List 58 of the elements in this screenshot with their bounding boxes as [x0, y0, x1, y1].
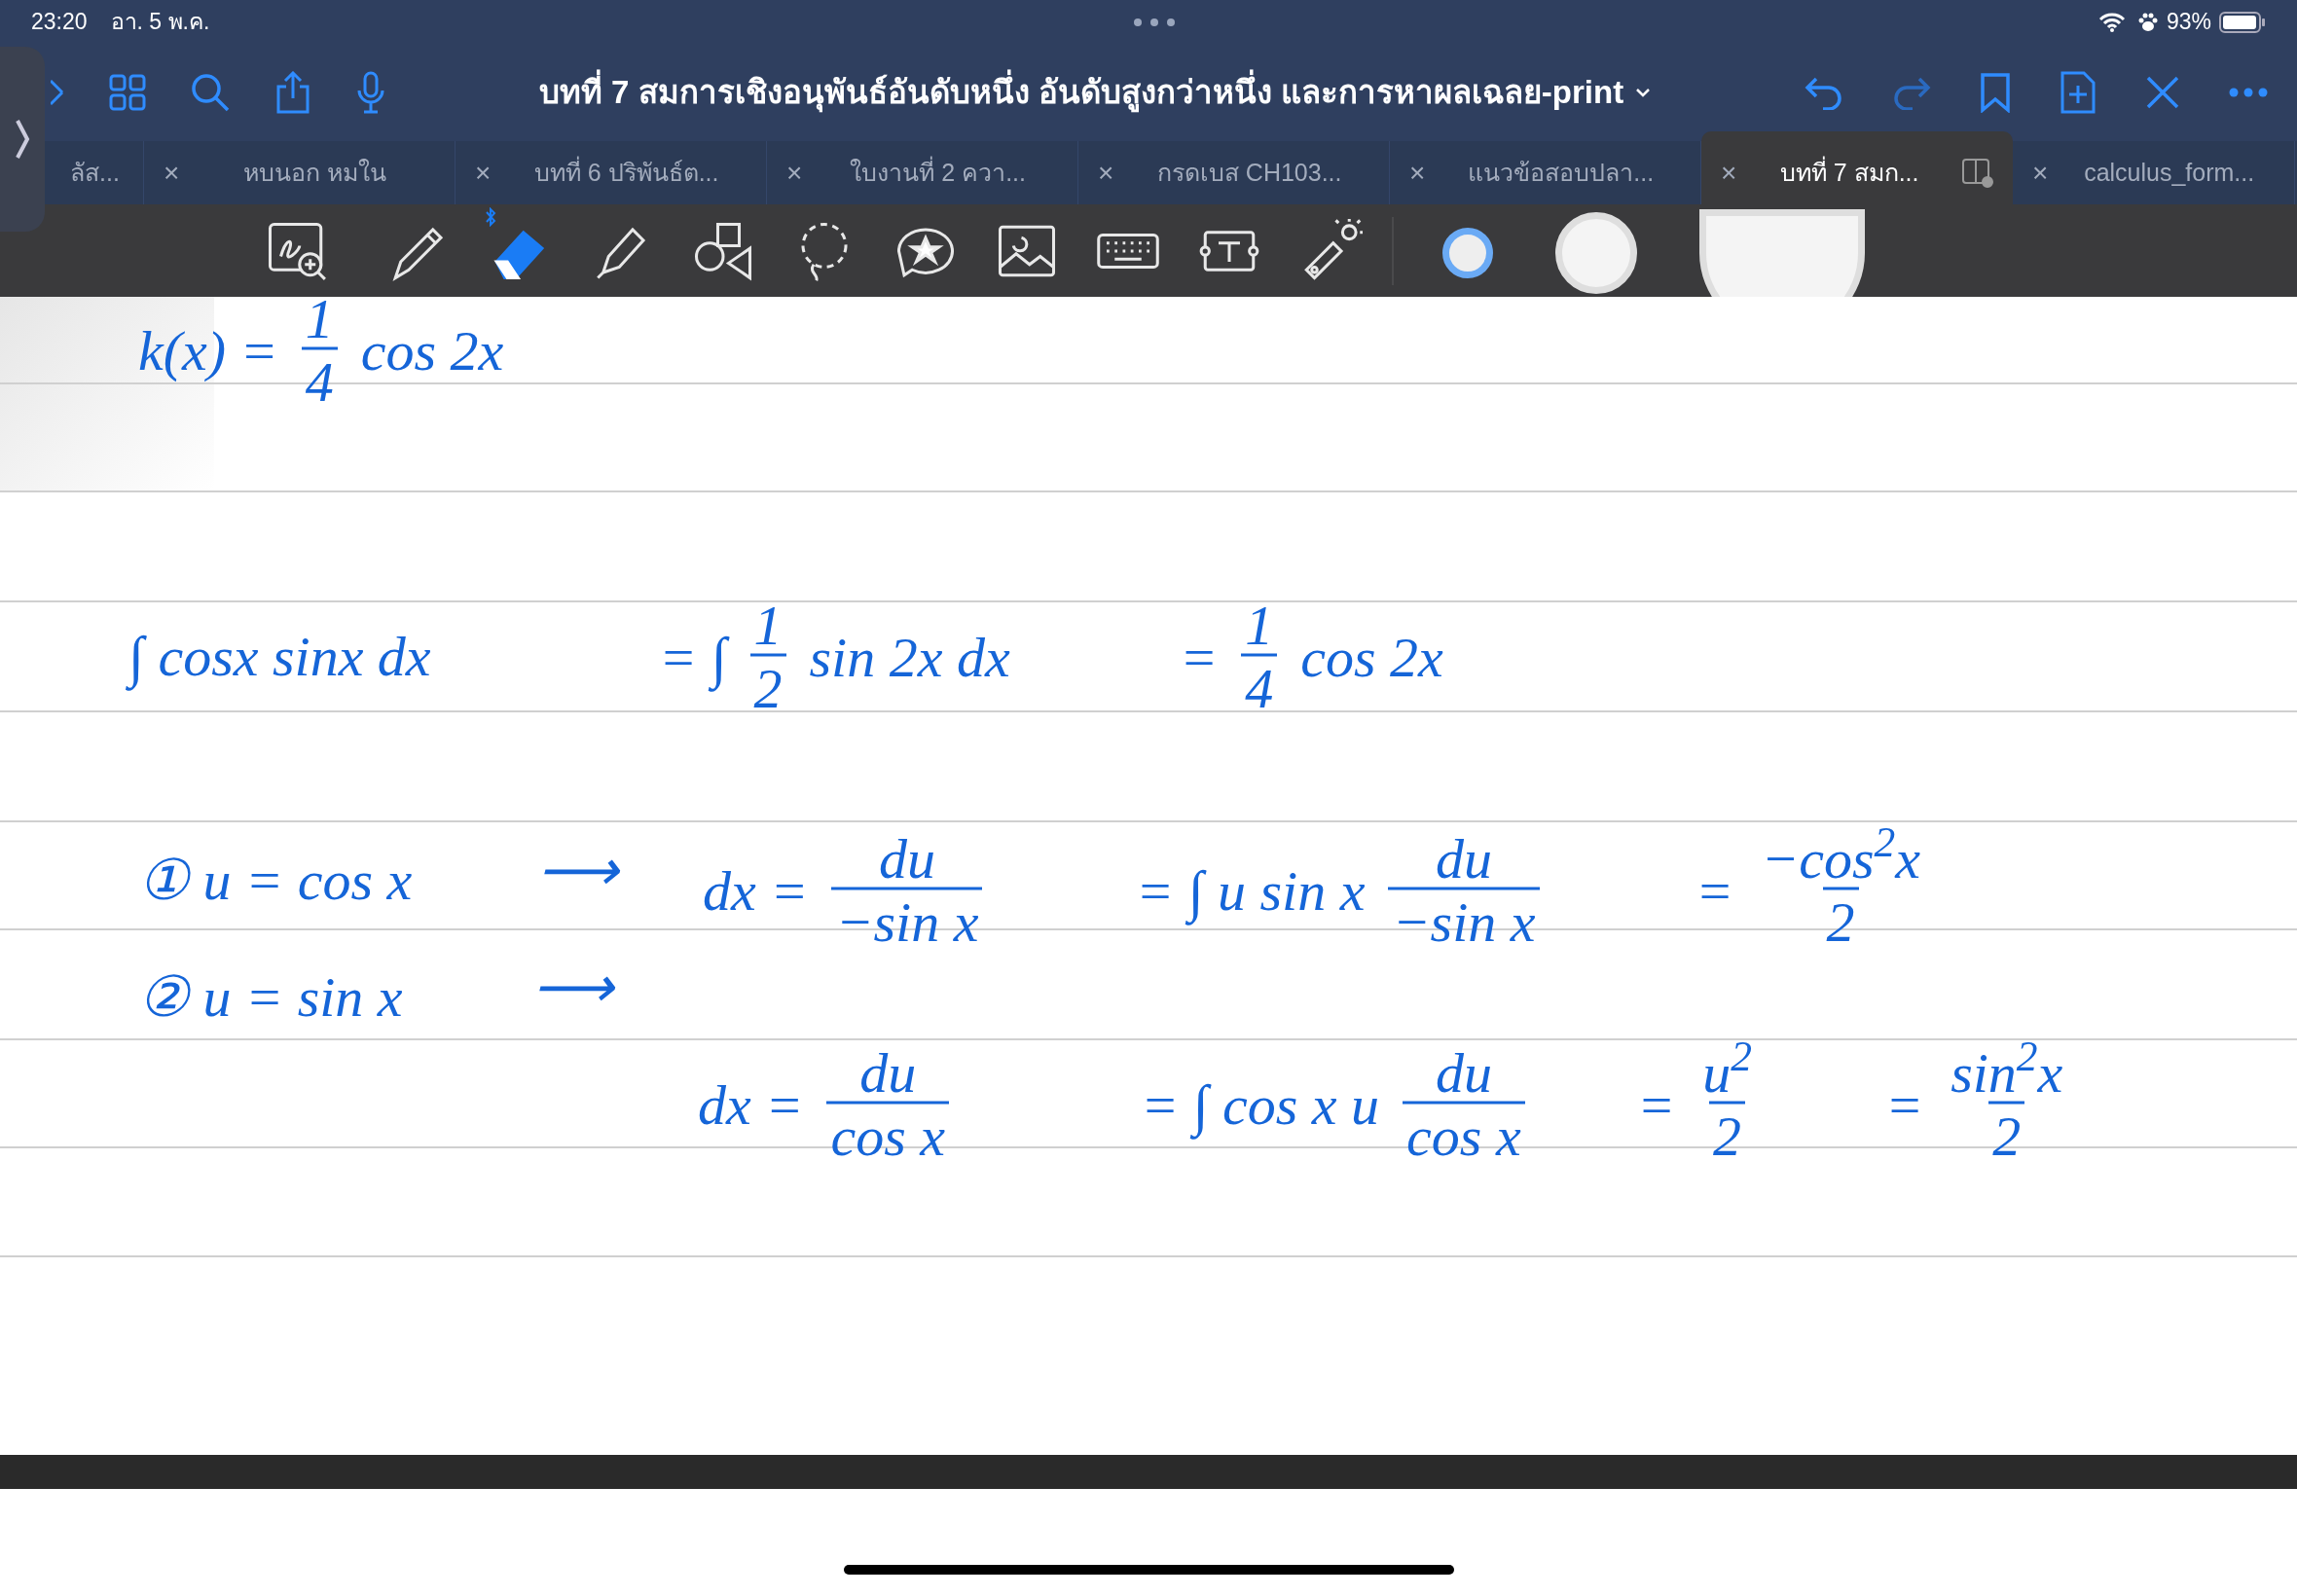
fraction-denominator: 2 [1709, 1101, 1745, 1165]
tab-close-button[interactable]: × [2032, 152, 2049, 194]
fraction-numerator: du [1434, 1044, 1493, 1102]
handwritten-math: = ∫ u sin x [1124, 842, 1377, 939]
handwritten-math: sin 2x dx [808, 624, 1011, 691]
status-date: อา. 5 พ.ค. [110, 8, 210, 37]
tab-close-button[interactable]: × [1409, 152, 1426, 194]
fraction-numerator: du [877, 830, 936, 888]
handwritten-math: cos 2x [1299, 624, 1444, 691]
fraction-numerator: du [1435, 830, 1493, 888]
fraction-denominator: cos x [826, 1101, 949, 1165]
tab-label[interactable]: กรดเบส CH103... [1129, 154, 1369, 192]
handwritten-math: = [1636, 1071, 1677, 1139]
fraction-denominator: 2 [749, 653, 786, 717]
fraction-numerator: 1 [304, 297, 335, 347]
fraction-denominator: −sin x [831, 887, 983, 951]
tab-label[interactable]: ลัส... [66, 154, 124, 192]
handwritten-math: dx = [702, 857, 810, 925]
handwritten-math: ② u = sin x [137, 964, 404, 1032]
tab-close-button[interactable]: × [475, 152, 492, 194]
fraction-denominator: 2 [1988, 1101, 2025, 1165]
handwritten-math: k(x) = [137, 317, 279, 384]
fraction-numerator: 1 [752, 597, 784, 654]
fraction-denominator: cos x [1403, 1101, 1525, 1165]
fraction-numerator: u$^{2}$ [1701, 1044, 1753, 1102]
handwritten-math: ⟶ [531, 955, 616, 1022]
fraction-numerator: 1 [1244, 597, 1275, 654]
handwritten-math: = ∫ [647, 608, 739, 706]
fraction-denominator: −sin x [1388, 887, 1540, 951]
fraction-denominator: 4 [301, 346, 338, 411]
status-time: 23:20 [31, 8, 88, 37]
tab-label[interactable]: calculus_form... [2063, 154, 2275, 192]
tab-label[interactable]: บทที่ 6 ปริพันธ์ต... [506, 154, 747, 192]
tab-close-button[interactable]: × [786, 152, 803, 194]
handwritten-math: = ∫ cos x u [1129, 1056, 1392, 1153]
tab-label[interactable]: บทที่ 7 สมก... [1752, 154, 1947, 192]
tab-label[interactable]: ใบงานที่ 2 ควา... [818, 154, 1058, 192]
handwritten-math: = [1695, 857, 1735, 925]
fraction-numerator: du [858, 1044, 918, 1102]
handwritten-math: = [1179, 624, 1220, 691]
fraction-denominator: 2 [1822, 887, 1859, 951]
battery-percent: 93% [2166, 8, 2211, 37]
tab-label[interactable]: หบนอก หมใน [195, 154, 435, 192]
fraction-denominator: 4 [1241, 653, 1278, 717]
fraction-numerator: sin$^{2}$x [1950, 1044, 2064, 1102]
tab-close-button[interactable]: × [1721, 152, 1737, 194]
tab-label[interactable]: แนวข้อสอบปลา... [1440, 154, 1681, 192]
handwritten-math: = [1884, 1071, 1925, 1139]
document-title[interactable]: บทที่ 7 สมการเชิงอนุพันธ์อันดับหนึ่ง อันดับสูงกว่าหนึ่ง และการหาผลเฉลย-print [538, 68, 1624, 117]
handwritten-math: ⟶ [536, 838, 621, 905]
tab-close-button[interactable]: × [1098, 152, 1114, 194]
handwritten-math: ∫ cosx sinx dx [117, 608, 443, 706]
tab-close-button[interactable]: × [164, 152, 180, 194]
fraction-numerator: −cos$^{2}$x [1760, 830, 1922, 888]
handwritten-math: dx = [697, 1071, 805, 1139]
document-tab[interactable]: × บทที่ 7 สมก... [1701, 131, 2013, 204]
handwritten-math: ① u = cos x [137, 848, 414, 915]
handwritten-math: cos 2x [359, 317, 505, 384]
